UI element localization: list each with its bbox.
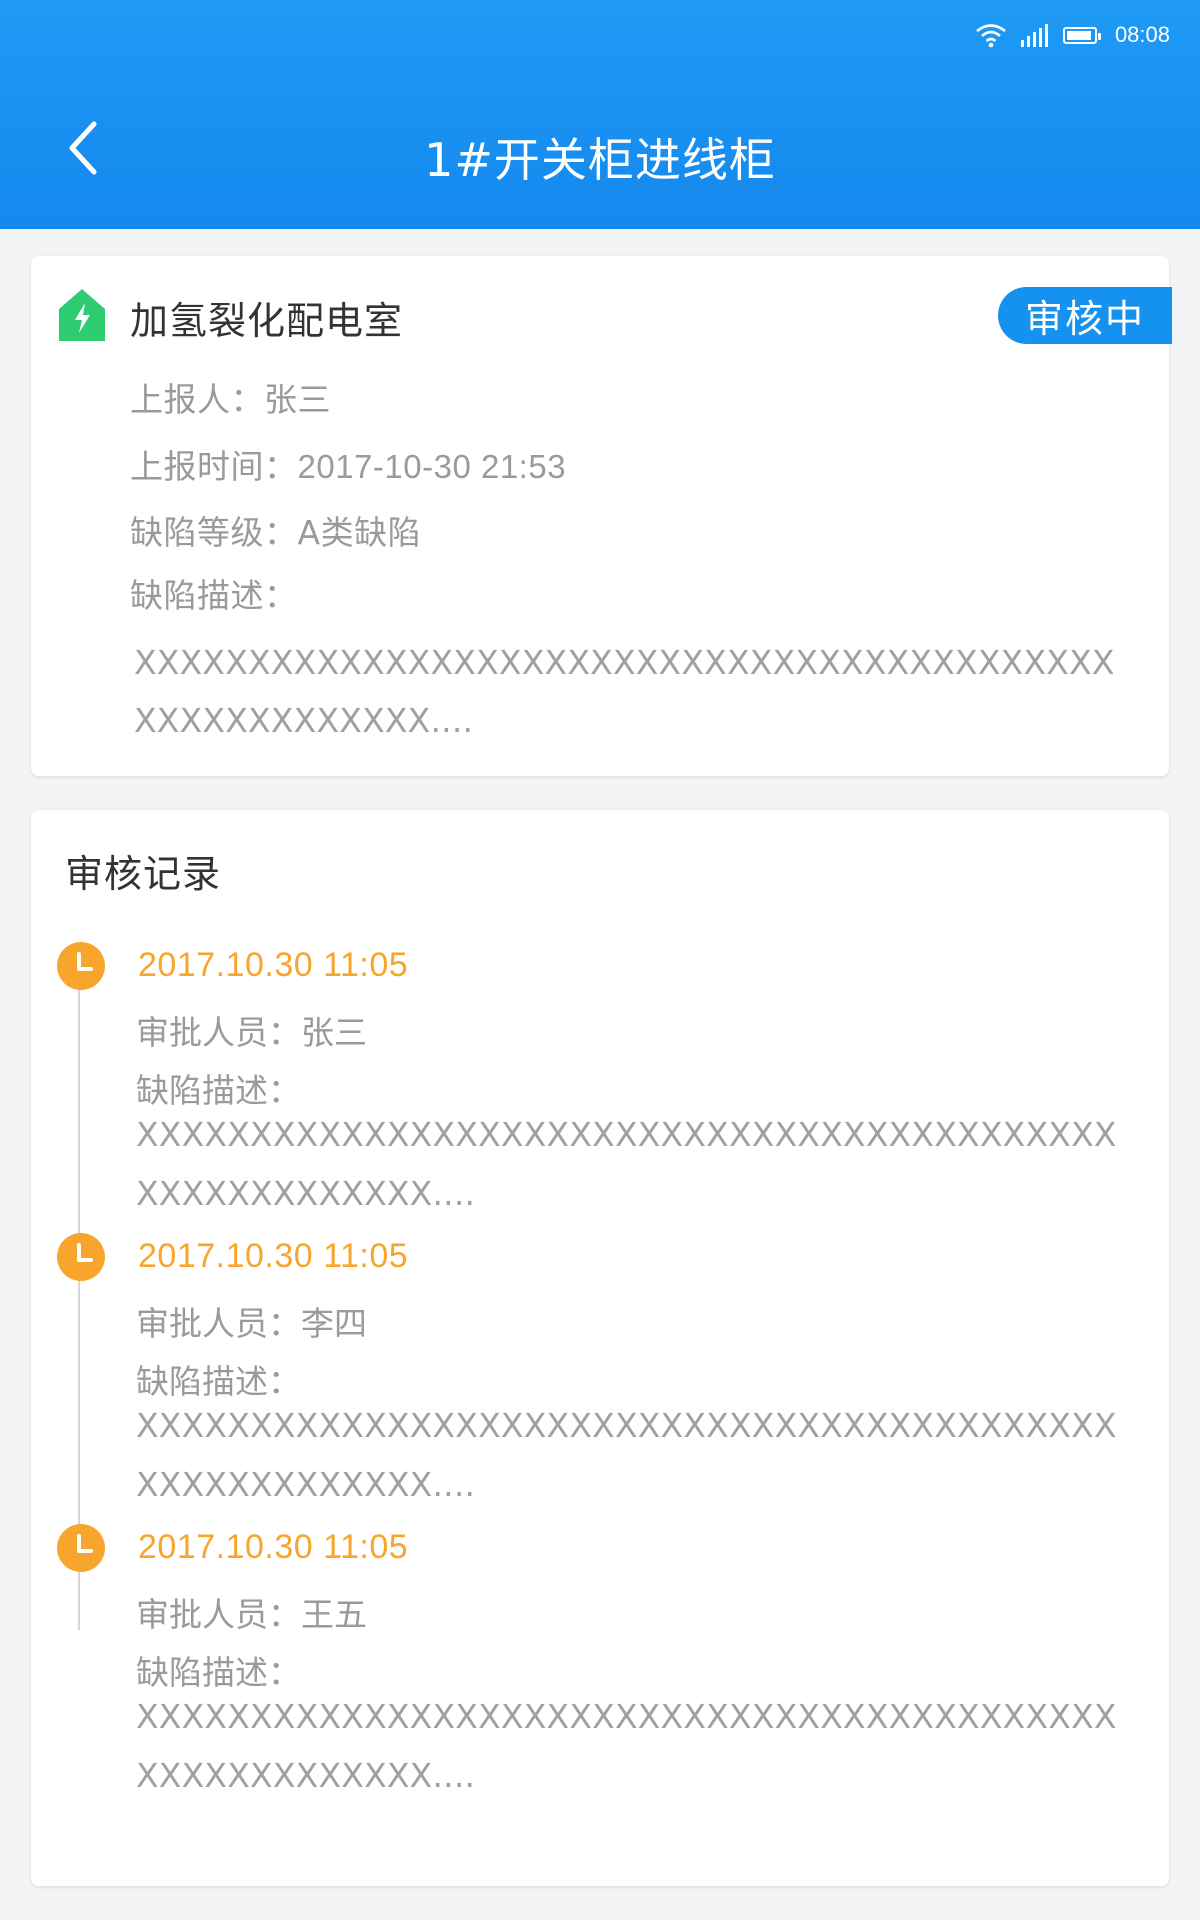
defect-level-value: A类缺陷	[297, 513, 422, 552]
signal-icon	[1020, 24, 1048, 47]
defect-level-label: 缺陷等级：	[130, 513, 298, 552]
status-badge: 审核中	[998, 287, 1172, 344]
defect-desc-text: XXXXXXXXXXXXXXXXXXXXXXXXXXXXXXXXXXXXXXXX…	[134, 643, 1115, 740]
approver-value: 王五	[301, 1595, 367, 1634]
report-time-label: 上报时间：	[130, 447, 298, 486]
audit-record-card: 审核记录 2017.10.30 11:05 审批人员：张三 缺陷描述： XXXX…	[31, 810, 1169, 1886]
defect-report-card: 加氢裂化配电室 审核中 上报人：张三 上报时间：2017-10-30 21:53…	[31, 256, 1172, 776]
defect-level-row: 缺陷等级：A类缺陷	[130, 506, 421, 554]
record-desc-text: XXXXXXXXXXXXXXXXXXXXXXXXXXXXXXXXXXXXXXXX…	[136, 1115, 1117, 1213]
power-room-icon	[59, 289, 105, 341]
approver-row: 审批人员：张三	[136, 1006, 367, 1054]
page-title: 1#开关柜进线柜	[424, 133, 776, 187]
record-time: 2017.10.30 11:05	[138, 1237, 409, 1275]
approver-value: 李四	[301, 1304, 367, 1343]
record-time: 2017.10.30 11:05	[138, 1528, 409, 1566]
approver-label: 审批人员：	[136, 1595, 301, 1634]
approver-label: 审批人员：	[136, 1013, 301, 1052]
defect-desc-label: 缺陷描述：	[130, 576, 298, 615]
record-desc-text: XXXXXXXXXXXXXXXXXXXXXXXXXXXXXXXXXXXXXXXX…	[136, 1697, 1117, 1795]
approver-row: 审批人员：王五	[136, 1588, 367, 1636]
room-name: 加氢裂化配电室	[130, 299, 404, 343]
approver-label: 审批人员：	[136, 1304, 301, 1343]
reporter-label: 上报人：	[130, 380, 264, 419]
section-title: 审核记录	[65, 852, 222, 896]
battery-icon	[1062, 26, 1101, 44]
approver-row: 审批人员：李四	[136, 1297, 367, 1345]
wifi-icon	[976, 24, 1006, 48]
record-time: 2017.10.30 11:05	[138, 946, 409, 984]
top-app-bar: 08:08 1#开关柜进线柜	[0, 0, 1200, 229]
report-time-row: 上报时间：2017-10-30 21:53	[130, 440, 566, 488]
clock-icon	[57, 942, 105, 990]
status-time: 08:08	[1114, 22, 1170, 47]
reporter-value: 张三	[264, 380, 331, 419]
status-bar: 08:08	[975, 18, 1170, 52]
clock-icon	[57, 1233, 105, 1281]
record-desc-text: XXXXXXXXXXXXXXXXXXXXXXXXXXXXXXXXXXXXXXXX…	[136, 1406, 1117, 1504]
report-time-value: 2017-10-30 21:53	[297, 448, 567, 485]
reporter-row: 上报人：张三	[130, 373, 331, 421]
approver-value: 张三	[301, 1013, 367, 1052]
clock-icon	[57, 1524, 105, 1572]
